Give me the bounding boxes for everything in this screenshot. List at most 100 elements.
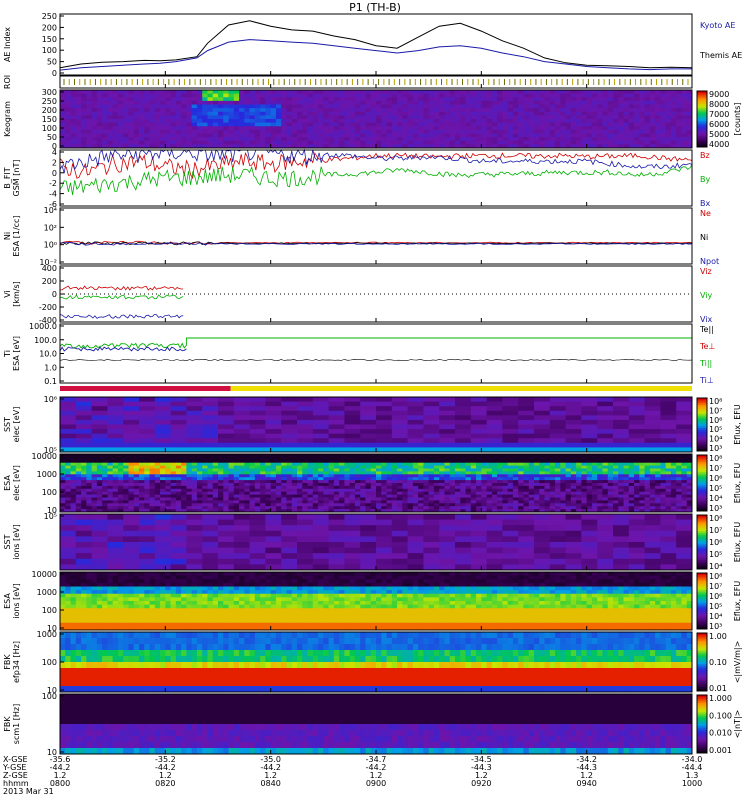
esa_e-cell [239,491,245,495]
keogram-cell [344,129,351,134]
keogram-cell [486,97,493,102]
esa_e-cell [676,503,682,507]
esa_e-cell [239,468,245,472]
sst_e-cell [249,406,266,412]
keogram-cell [476,119,482,124]
keogram-cell [433,140,440,145]
esa_e-cell [223,456,229,461]
esa_e-cell [528,485,535,490]
esa_e-cell [70,474,77,478]
keogram-cell [634,90,640,95]
keogram-cell [365,122,372,127]
keogram-cell [286,137,293,142]
keogram-cell [481,133,487,138]
keogram-cell [91,104,98,109]
keogram-cell [618,100,624,105]
esa_e-cell [670,506,677,510]
esa_e-cell [270,503,277,507]
keogram-cell [455,108,461,113]
keogram-cell [433,104,440,109]
esa_e-cell [344,465,351,469]
keogram-cell [618,140,624,145]
esa_e-cell [628,462,635,466]
keogram-cell [502,97,509,102]
keogram-cell [139,122,145,127]
keogram-cell [212,100,219,105]
esa_e-cell [555,500,561,504]
esa_e-cell [597,480,603,484]
esa_e-cell [423,456,430,461]
keogram-cell [170,119,177,124]
temperature-tick: 0.1 [44,377,57,386]
esa_e-cell [507,491,514,495]
keogram-cell [407,93,414,98]
sst_e-cell [660,401,677,407]
esa_e-cell [60,494,66,498]
keogram-cell [497,97,503,102]
keogram-cell [86,93,92,98]
sst_e-cell [344,424,361,430]
keogram-cell [75,111,82,116]
sst_e-cell [518,406,535,412]
keogram-cell [649,140,656,145]
esa_e-cell [597,471,603,475]
esa_e-cell [470,468,477,472]
esa_e-cell [228,459,235,464]
keogram-cell [376,126,382,131]
keogram-cell [518,119,524,124]
esa_e-cell [507,497,514,501]
keogram-cell [433,111,440,116]
sst_e-cell [534,415,551,421]
keogram-cell [407,100,414,105]
esa_e-cell [644,503,651,507]
esa_e-cell [318,468,324,472]
keogram-cell [107,93,114,98]
keogram-cell [549,104,556,109]
esa_e-cell [202,477,208,481]
esa_e-cell [107,462,114,466]
esa_e-cell [376,477,382,481]
esa_e-cell [123,485,129,490]
esa_e-cell [318,488,324,493]
keogram-cell [191,122,198,127]
keogram-cell [412,100,419,105]
keogram-cell [665,115,672,120]
velocity-ylabel: Vi [3,290,12,298]
esa_e-cell [649,494,656,498]
sst_e-cell [186,442,203,448]
sst_e-cell [470,415,487,421]
esa_e-cell [655,503,661,507]
esa_e-cell [249,494,256,498]
keogram-cell [465,111,472,116]
keogram-cell [444,137,451,142]
keogram-cell [133,115,140,120]
temperature-ylabel: Ti [3,350,12,358]
keogram-cell [576,93,582,98]
esa_e-cell [102,503,108,507]
esa_e-cell [391,459,398,464]
esa_e-cell [365,506,372,510]
esa_e-cell [281,468,287,472]
esa_e-cell [365,465,372,469]
esa_e-cell [655,462,661,466]
esa_e-cell [70,471,77,475]
keogram-cell [481,100,487,105]
keogram-cell [407,126,414,131]
esa_e-cell [186,456,193,461]
keogram-cell [223,137,229,142]
esa_e-cell [491,485,498,490]
keogram-cell [412,104,419,109]
keogram-cell [102,126,108,131]
keogram-cell [291,126,298,131]
keogram-cell [328,111,335,116]
keogram-cell [102,133,108,138]
esa_e-cell [555,474,561,478]
esa_e-cell [349,465,356,469]
esa_e-cell [418,471,424,475]
esa_e-cell [397,494,403,498]
esa_e-cell [528,506,535,510]
keogram-cell [402,119,408,124]
sst_e-cell [439,442,456,448]
keogram-cell [181,108,187,113]
esa_e-cell [655,480,661,484]
